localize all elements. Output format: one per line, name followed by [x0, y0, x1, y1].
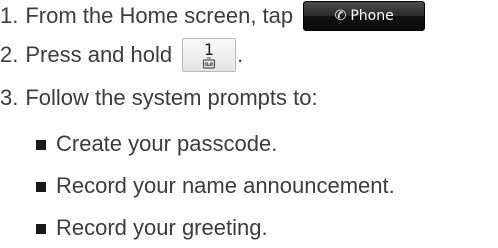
list-item: Record your name announcement. — [36, 172, 395, 200]
square-bullet-icon — [36, 224, 46, 234]
step-2-suffix: . — [237, 42, 244, 67]
step-3-text: Follow the system prompts to: — [25, 85, 318, 110]
key-digit: 1 — [204, 39, 215, 59]
step-1-text: From the Home screen, tap — [25, 3, 294, 28]
step-2-number: 2. — [0, 42, 19, 67]
phone-handset-icon: ✆ — [334, 8, 347, 24]
phone-button-label: Phone — [350, 8, 394, 24]
step-3-number: 3. — [0, 85, 19, 110]
sub-step-text: Record your name announcement. — [56, 173, 395, 198]
sub-step-text: Create your passcode. — [56, 131, 278, 156]
square-bullet-icon — [36, 140, 46, 150]
step-1: 1. From the Home screen, tap ✆ Phone — [0, 1, 426, 31]
voicemail-icon — [203, 57, 216, 69]
step-3: 3. Follow the system prompts to: — [0, 84, 318, 112]
step-2: 2. Press and hold 1 . — [0, 38, 244, 72]
key-1-voicemail-button[interactable]: 1 — [182, 38, 237, 72]
sub-step-text: Record your greeting. — [56, 215, 268, 240]
square-bullet-icon — [36, 182, 46, 192]
phone-button[interactable]: ✆ Phone — [303, 1, 426, 31]
step-2-text: Press and hold — [25, 42, 173, 67]
list-item: Create your passcode. — [36, 130, 277, 158]
step-1-number: 1. — [0, 3, 19, 28]
list-item: Record your greeting. — [36, 214, 268, 242]
